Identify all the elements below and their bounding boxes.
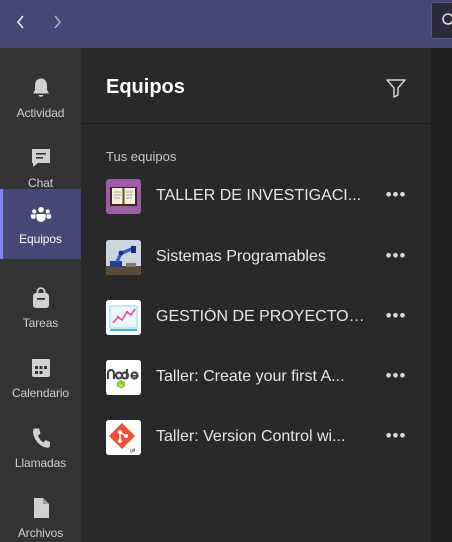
rail-item-actividad[interactable]: Actividad: [0, 63, 81, 133]
team-name: Sistemas Programables: [156, 248, 326, 265]
page-title: Equipos: [106, 76, 185, 98]
team-avatar: git: [106, 420, 141, 455]
team-name: Taller: Version Control wi...: [156, 428, 346, 445]
more-options-button[interactable]: •••: [381, 305, 411, 327]
team-row[interactable]: git Taller: Version Control wi... •••: [81, 411, 431, 463]
rail-item-label: Archivos: [17, 525, 64, 540]
filter-button[interactable]: [385, 77, 407, 99]
bag-icon: [30, 286, 52, 309]
team-row[interactable]: Sistemas Programables •••: [81, 231, 431, 283]
rail-item-archivos[interactable]: Archivos: [0, 483, 81, 542]
more-options-button[interactable]: •••: [381, 365, 411, 387]
rail-item-label: Equipos: [19, 231, 62, 246]
more-options-button[interactable]: •••: [381, 245, 411, 267]
robot-arm-image: [106, 240, 141, 275]
teams-panel: Equipos Tus equipos TALLER DE INVESTIGAC…: [81, 48, 431, 542]
team-row[interactable]: GESTIÓN DE PROYECTOS... •••: [81, 291, 431, 343]
chart-image: [106, 300, 141, 335]
panel-header: Equipos: [81, 48, 431, 124]
chevron-left-icon: [16, 15, 24, 29]
team-name: TALLER DE INVESTIGACI...: [156, 187, 362, 204]
search-input[interactable]: [431, 2, 452, 39]
team-name: GESTIÓN DE PROYECTOS...: [156, 308, 366, 325]
bell-icon: [30, 77, 52, 99]
nodejs-logo-image: js: [106, 360, 141, 395]
rail-item-label: Chat: [28, 175, 53, 190]
teams-icon: [30, 203, 52, 225]
book-image: [110, 187, 137, 206]
chevron-right-icon: [54, 15, 62, 29]
chat-icon: [30, 147, 52, 169]
rail-item-equipos[interactable]: Equipos: [0, 189, 81, 259]
rail-item-calendario[interactable]: Calendario: [0, 343, 81, 413]
svg-text:git: git: [130, 448, 136, 454]
phone-icon: [30, 427, 52, 449]
git-logo-image: git: [106, 420, 141, 455]
rail-item-llamadas[interactable]: Llamadas: [0, 413, 81, 483]
more-options-button[interactable]: •••: [381, 425, 411, 447]
section-label: Tus equipos: [106, 149, 177, 164]
team-avatar: [106, 300, 141, 335]
app-bar: Actividad Chat Equipos Tareas Calendario…: [0, 48, 81, 542]
team-avatar: [106, 179, 141, 214]
team-name: Taller: Create your first A...: [156, 368, 345, 385]
team-row[interactable]: TALLER DE INVESTIGACI... •••: [81, 170, 431, 222]
team-avatar: [106, 240, 141, 275]
svg-text:js: js: [118, 383, 123, 388]
rail-item-label: Actividad: [16, 105, 65, 120]
rail-item-tareas[interactable]: Tareas: [0, 273, 81, 343]
search-icon: [442, 13, 452, 25]
content-area: [431, 48, 452, 542]
back-button[interactable]: [7, 8, 35, 36]
team-row[interactable]: js Taller: Create your first A... •••: [81, 351, 431, 403]
filter-icon: [386, 79, 406, 98]
team-avatar: js: [106, 360, 141, 395]
more-options-button[interactable]: •••: [381, 184, 411, 206]
title-bar: [0, 0, 452, 48]
rail-item-label: Llamadas: [14, 455, 67, 470]
rail-item-label: Tareas: [22, 315, 59, 330]
rail-item-label: Calendario: [11, 385, 70, 400]
forward-button[interactable]: [43, 8, 71, 36]
file-icon: [30, 497, 52, 519]
calendar-icon: [30, 357, 52, 379]
